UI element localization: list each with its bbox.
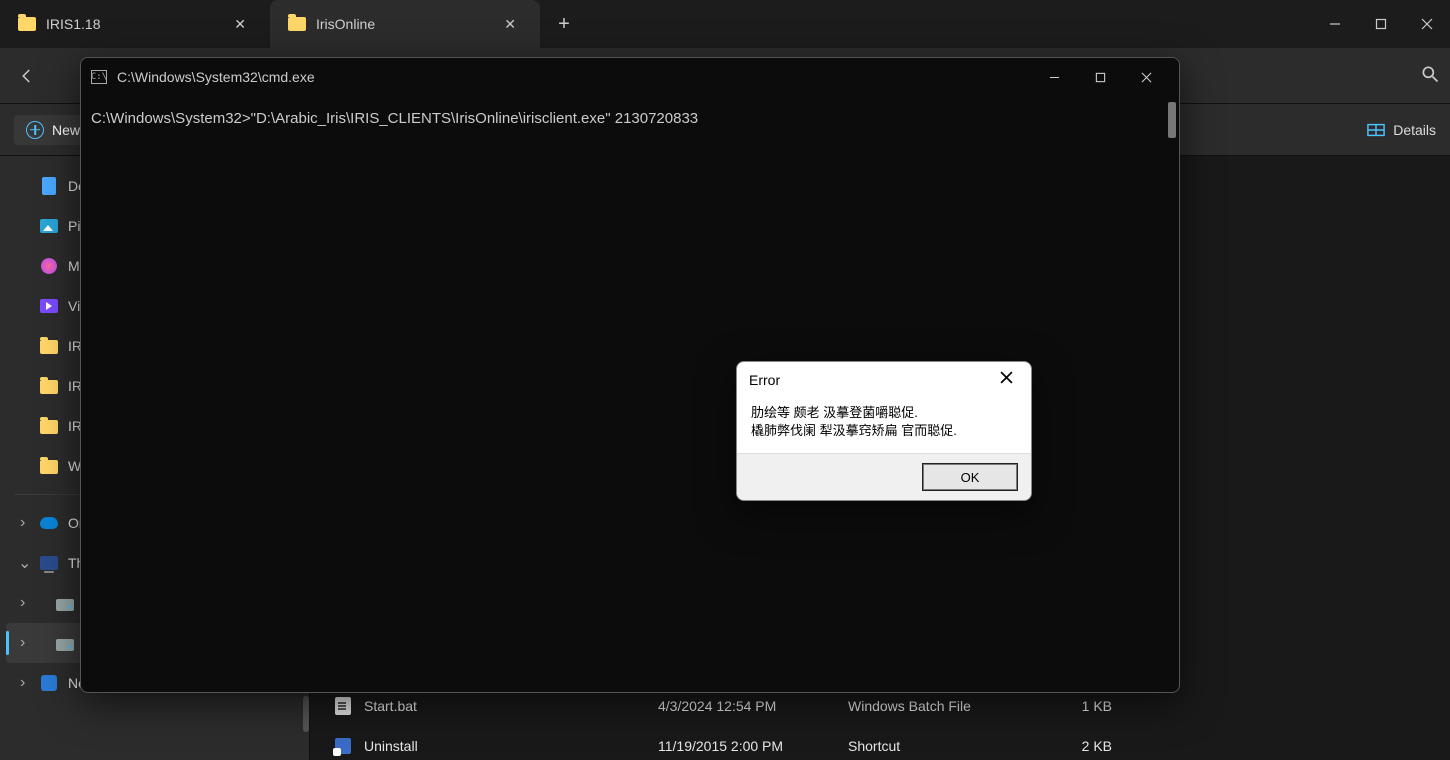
- new-tab-button[interactable]: +: [540, 0, 588, 48]
- file-row[interactable]: Uninstall 11/19/2015 2:00 PM Shortcut 2 …: [310, 726, 1450, 760]
- onedrive-icon: [40, 517, 58, 529]
- close-icon[interactable]: ✕: [498, 10, 522, 39]
- folder-icon: [288, 17, 306, 31]
- drive-icon: [56, 639, 74, 651]
- cmd-titlebar[interactable]: C:\ C:\Windows\System32\cmd.exe: [81, 58, 1179, 96]
- music-icon: [41, 258, 57, 274]
- close-button[interactable]: [1123, 58, 1169, 96]
- minimize-button[interactable]: [1031, 58, 1077, 96]
- folder-icon: [18, 17, 36, 31]
- error-dialog: Error 肋绘等 颇老 汲摹登菌嚼聪促. 橇肺弊伐阑 犁汲摹窍矫扁 官而聪促.…: [736, 361, 1032, 501]
- drive-icon: [56, 599, 74, 611]
- ok-label: OK: [961, 470, 980, 485]
- network-icon: [41, 675, 57, 691]
- video-icon: [40, 299, 58, 313]
- file-date: 11/19/2015 2:00 PM: [658, 738, 834, 754]
- ok-button[interactable]: OK: [923, 464, 1017, 490]
- tab-label: IrisOnline: [316, 16, 375, 32]
- file-date: 4/3/2024 12:54 PM: [658, 698, 834, 714]
- scrollbar-thumb[interactable]: [1168, 102, 1176, 138]
- cmd-title-text: C:\Windows\System32\cmd.exe: [117, 69, 315, 85]
- batch-file-icon: [335, 697, 351, 715]
- pc-icon: [40, 556, 58, 570]
- file-name: Start.bat: [364, 698, 417, 714]
- explorer-titlebar: IRIS1.18 ✕ IrisOnline ✕ +: [0, 0, 1450, 48]
- close-button[interactable]: [1404, 0, 1450, 48]
- tab-iris118[interactable]: IRIS1.18 ✕: [0, 0, 270, 48]
- close-button[interactable]: [994, 367, 1019, 393]
- cmd-line: C:\Windows\System32>"D:\Arabic_Iris\IRIS…: [91, 110, 1169, 127]
- picture-icon: [40, 219, 58, 233]
- file-size: 2 KB: [1052, 738, 1112, 754]
- file-type: Shortcut: [848, 738, 1038, 754]
- shortcut-icon: [335, 738, 351, 754]
- file-name: Uninstall: [364, 738, 418, 754]
- minimize-button[interactable]: [1312, 0, 1358, 48]
- document-icon: [42, 177, 56, 195]
- error-actions: OK: [737, 453, 1031, 500]
- cmd-icon: C:\: [91, 70, 107, 84]
- error-line1: 肋绘等 颇老 汲摹登菌嚼聪促.: [751, 404, 1017, 422]
- details-button[interactable]: Details: [1367, 122, 1436, 138]
- error-line2: 橇肺弊伐阑 犁汲摹窍矫扁 官而聪促.: [751, 422, 1017, 440]
- plus-icon: [26, 121, 44, 139]
- tab-irisonline[interactable]: IrisOnline ✕: [270, 0, 540, 48]
- search-icon[interactable]: [1420, 64, 1440, 87]
- error-title-text: Error: [749, 372, 780, 388]
- maximize-button[interactable]: [1077, 58, 1123, 96]
- scrollbar-thumb[interactable]: [303, 696, 309, 732]
- folder-icon: [40, 340, 58, 354]
- new-label: New: [52, 122, 80, 138]
- back-button[interactable]: [10, 59, 44, 93]
- maximize-button[interactable]: [1358, 0, 1404, 48]
- file-type: Windows Batch File: [848, 698, 1038, 714]
- error-message: 肋绘等 颇老 汲摹登菌嚼聪促. 橇肺弊伐阑 犁汲摹窍矫扁 官而聪促.: [737, 398, 1031, 453]
- folder-icon: [40, 380, 58, 394]
- file-size: 1 KB: [1052, 698, 1112, 714]
- tab-label: IRIS1.18: [46, 16, 100, 32]
- cmd-window-controls: [1031, 58, 1169, 96]
- close-icon[interactable]: ✕: [228, 10, 252, 39]
- folder-icon: [40, 420, 58, 434]
- folder-icon: [40, 460, 58, 474]
- error-titlebar[interactable]: Error: [737, 362, 1031, 398]
- window-controls: [1312, 0, 1450, 48]
- details-label: Details: [1393, 122, 1436, 138]
